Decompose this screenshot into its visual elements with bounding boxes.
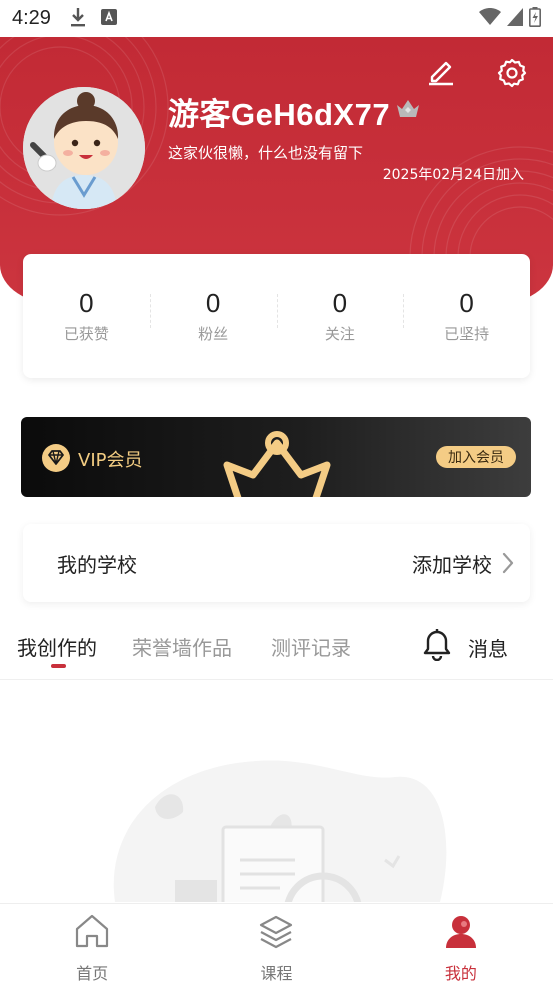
vip-banner[interactable]: VIP会员 加入会员 [21,417,531,497]
profile-icon [442,912,480,954]
layers-icon [257,912,295,954]
nav-label: 我的 [444,964,477,983]
stat-value: 0 [205,288,221,318]
stat-label: 已获赞 [63,325,109,343]
avatar[interactable] [23,87,145,209]
stat-value: 0 [79,288,94,318]
my-school-row[interactable]: 我的学校 添加学校 [23,524,530,602]
stat-following[interactable]: 0 关注 [276,288,404,344]
nav-profile[interactable]: 我的 [369,904,553,984]
battery-icon [529,6,541,31]
tab-honor-wall[interactable]: 荣誉墙作品 [132,632,232,661]
home-icon [73,912,111,954]
join-vip-button[interactable]: 加入会员 [436,446,516,468]
chevron-right-icon [502,552,514,574]
bottom-nav: 首页 课程 我的 [0,903,553,984]
signal-icon [507,7,523,30]
nav-label: 课程 [260,964,293,983]
crown-decoration-icon [221,431,333,497]
active-tab-indicator [51,664,66,668]
nav-home[interactable]: 首页 [0,904,184,984]
messages-label: 消息 [468,636,508,661]
crown-icon [396,99,420,121]
edit-profile-button[interactable] [421,54,461,94]
download-icon [69,7,87,31]
stat-likes[interactable]: 0 已获赞 [23,288,150,344]
stat-label: 关注 [324,325,355,343]
join-date: 2025年02月24日加入 [382,167,524,183]
settings-button[interactable] [491,54,533,96]
pencil-icon [426,57,456,91]
add-school-link[interactable]: 添加学校 [412,549,492,578]
stat-value: 0 [332,288,348,318]
gear-icon [497,58,527,92]
keyboard-a-icon [100,8,117,29]
status-bar: 4:29 [0,0,553,37]
profile-bio: 这家伙很懒，什么也没有留下 [168,144,364,162]
stat-value: 0 [459,288,474,318]
tab-assessment-records[interactable]: 测评记录 [271,632,351,661]
bell-icon [422,629,452,665]
stats-card: 0 已获赞 0 粉丝 0 关注 0 已坚持 [23,254,530,378]
wifi-icon [479,7,501,30]
nav-label: 首页 [76,964,109,983]
cartoon-avatar-image [23,87,145,209]
stat-label: 粉丝 [198,325,229,343]
status-time: 4:29 [12,7,51,29]
username: 游客GeH6dX77 [168,97,391,132]
empty-state-illustration [95,752,455,952]
stat-label: 已坚持 [444,325,490,343]
messages-button[interactable]: 消息 [422,629,508,665]
diamond-icon [42,444,70,476]
nav-courses[interactable]: 课程 [184,904,368,984]
tab-my-creations[interactable]: 我创作的 [17,632,97,661]
stat-followers[interactable]: 0 粉丝 [149,288,277,344]
stat-streak[interactable]: 0 已坚持 [403,288,530,344]
vip-label: VIP会员 [78,450,143,471]
school-title: 我的学校 [57,552,137,577]
